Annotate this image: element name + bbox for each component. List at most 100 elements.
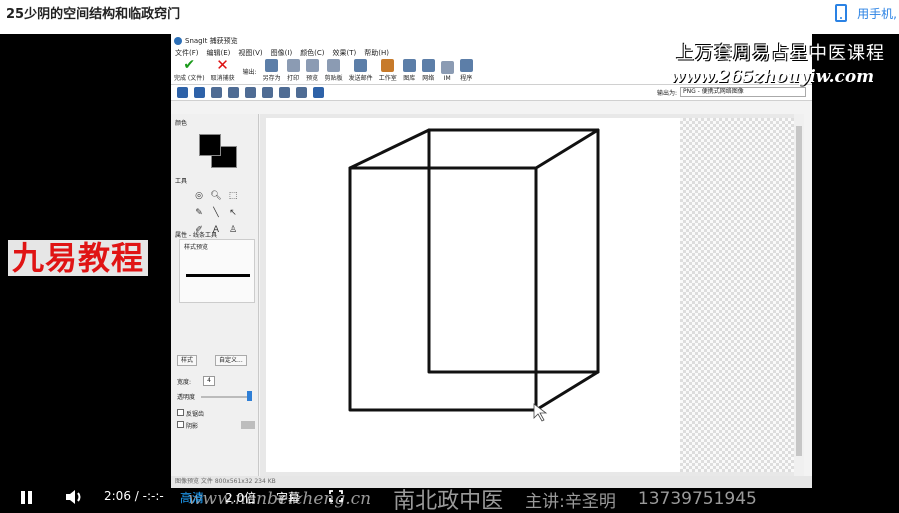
pen-tool-icon[interactable]: ✎ xyxy=(193,207,205,219)
check-icon: ✔ xyxy=(183,57,196,73)
drawing-canvas[interactable] xyxy=(266,118,680,472)
antialias-label: 反锯齿 xyxy=(186,411,205,418)
cancel-capture-button[interactable]: ✕ 取消捕获 xyxy=(211,56,235,84)
custom-style-button[interactable]: 自定义... xyxy=(215,355,247,366)
zoom-out-icon[interactable] xyxy=(194,87,205,98)
im-button[interactable]: IM xyxy=(440,61,454,84)
phone-link-label: 用手机, xyxy=(857,6,897,21)
cube-back-face xyxy=(427,128,600,374)
pause-icon[interactable] xyxy=(21,491,33,504)
done-button[interactable]: ✔ 完成 (文件) xyxy=(174,57,205,84)
page-title: 25少阴的空间结构和临政窍门 xyxy=(6,7,181,22)
opacity-slider-track[interactable] xyxy=(201,396,247,398)
output-format-select[interactable]: PNG - 便携式网络图像 xyxy=(680,87,806,97)
cube-drawing xyxy=(348,128,600,422)
shadow-color-swatch[interactable] xyxy=(241,421,255,429)
menu-color[interactable]: 颜色(C) xyxy=(300,48,324,58)
send-mail-button[interactable]: 发送邮件 xyxy=(349,59,373,84)
close-icon: ✕ xyxy=(216,56,229,74)
menu-help[interactable]: 帮助(H) xyxy=(364,48,389,58)
video-player[interactable]: SnagIt 捕获预览 文件(F) 编辑(E) 视图(V) 图像(I) 颜色(C… xyxy=(0,34,899,513)
phone-icon xyxy=(835,4,848,22)
line-tool-icon[interactable]: ╲ xyxy=(210,207,222,219)
output-label: 输出: xyxy=(242,68,257,76)
watermark-school: 南北政中医 xyxy=(393,489,504,513)
info-icon[interactable] xyxy=(313,87,324,98)
fullscreen-icon[interactable] xyxy=(329,490,343,502)
web-button[interactable]: 网络 xyxy=(421,59,435,84)
zoom-in-icon[interactable] xyxy=(177,87,188,98)
mail-icon xyxy=(354,59,368,72)
redo-icon[interactable] xyxy=(296,87,307,98)
fill-tool-icon[interactable]: ♙ xyxy=(227,224,239,236)
jiuyi-logo: 九易教程 xyxy=(8,240,149,276)
cube-edge-top-right xyxy=(534,128,600,170)
width-label: 宽度: xyxy=(177,379,192,386)
gallery-icon xyxy=(402,59,416,72)
snagit-window: SnagIt 捕获预览 文件(F) 编辑(E) 视图(V) 图像(I) 颜色(C… xyxy=(171,34,812,488)
program-icon xyxy=(459,59,473,72)
stamp-tool-icon[interactable]: ◎ xyxy=(193,190,205,202)
snagit-logo-icon xyxy=(174,36,182,45)
output-format-label: 输出为: xyxy=(656,89,677,97)
shadow-checkbox[interactable] xyxy=(177,421,184,428)
properties-label: 属性 - 线条工具 xyxy=(175,232,217,239)
edit-toolbar: 输出为: PNG - 便携式网络图像 xyxy=(171,85,812,101)
opacity-label: 透明度 xyxy=(177,394,196,401)
undo-icon[interactable] xyxy=(279,87,290,98)
crop-icon[interactable] xyxy=(211,87,222,98)
menu-view[interactable]: 视图(V) xyxy=(238,48,262,58)
style-preview-label: 样式预览 xyxy=(184,244,209,251)
brand-url: www.265zhouyiw.com xyxy=(670,67,875,87)
style-button[interactable]: 样式 xyxy=(177,355,198,366)
player-controls: 2:06 / -:-:- 高清 2.0倍 字幕 xyxy=(0,481,360,513)
studio-button[interactable]: 工作室 xyxy=(379,59,397,84)
copy-icon[interactable] xyxy=(245,87,256,98)
vertical-scrollbar[interactable] xyxy=(794,114,804,476)
width-spinner[interactable]: 4 xyxy=(203,376,215,386)
scrollbar-thumb[interactable] xyxy=(796,126,802,456)
canvas-area xyxy=(260,114,804,476)
program-button[interactable]: 程序 xyxy=(459,59,473,84)
output-format: 输出为: PNG - 便携式网络图像 xyxy=(657,87,806,97)
subtitles-button[interactable]: 字幕 xyxy=(276,489,300,506)
brand-banner: 上万套周易占星中医课程 xyxy=(676,43,885,64)
style-preview-panel: 样式预览 xyxy=(179,239,255,303)
tool-sidebar: 颜色 工具 ◎ 🔍︎ ⬚ ✎ ╲ ↖ ✐ A ♙ ✆ ■ ◪ ⁄ ⌫ 属性 - … xyxy=(171,114,259,476)
transparent-region xyxy=(680,118,798,472)
save-as-button[interactable]: 另存为 xyxy=(263,59,281,84)
preview-icon xyxy=(305,59,319,72)
printer-icon xyxy=(286,59,300,72)
playback-time: 2:06 / -:-:- xyxy=(104,489,164,503)
watermark-phone: 13739751945 xyxy=(637,489,757,509)
snagit-window-title: SnagIt 捕获预览 xyxy=(185,36,238,45)
zoom-tool-icon[interactable]: 🔍︎ xyxy=(210,190,222,202)
paste-icon[interactable] xyxy=(262,87,273,98)
arrow-tool-icon[interactable]: ↖ xyxy=(227,207,239,219)
select-tool-icon[interactable]: ⬚ xyxy=(227,190,239,202)
menu-file[interactable]: 文件(F) xyxy=(175,48,199,58)
speed-button[interactable]: 2.0倍 xyxy=(225,489,256,506)
tools-label: 工具 xyxy=(175,178,188,185)
antialias-checkbox[interactable] xyxy=(177,409,184,416)
cut-icon[interactable] xyxy=(228,87,239,98)
globe-icon xyxy=(421,59,435,72)
gallery-button[interactable]: 图库 xyxy=(402,59,416,84)
line-style-preview xyxy=(186,274,250,277)
menu-effects[interactable]: 效果(T) xyxy=(333,48,357,58)
quality-button[interactable]: 高清 xyxy=(180,489,204,506)
preview-button[interactable]: 预览 xyxy=(305,59,319,84)
color-label: 颜色 xyxy=(175,120,188,127)
foreground-color-swatch[interactable] xyxy=(199,134,221,156)
watermark-lecturer: 主讲:辛圣明 xyxy=(525,491,616,512)
print-button[interactable]: 打印 xyxy=(286,59,300,84)
phone-link[interactable]: 用手机, xyxy=(835,4,897,22)
menu-image[interactable]: 图像(I) xyxy=(271,48,293,58)
messenger-icon xyxy=(440,61,454,74)
clipboard-button[interactable]: 剪贴板 xyxy=(325,59,343,84)
page-header: 25少阴的空间结构和临政窍门 用手机, xyxy=(0,0,899,34)
opacity-slider-knob[interactable] xyxy=(247,391,252,401)
save-icon xyxy=(265,59,279,72)
volume-icon[interactable] xyxy=(65,489,85,509)
cube-front-face xyxy=(348,166,538,412)
